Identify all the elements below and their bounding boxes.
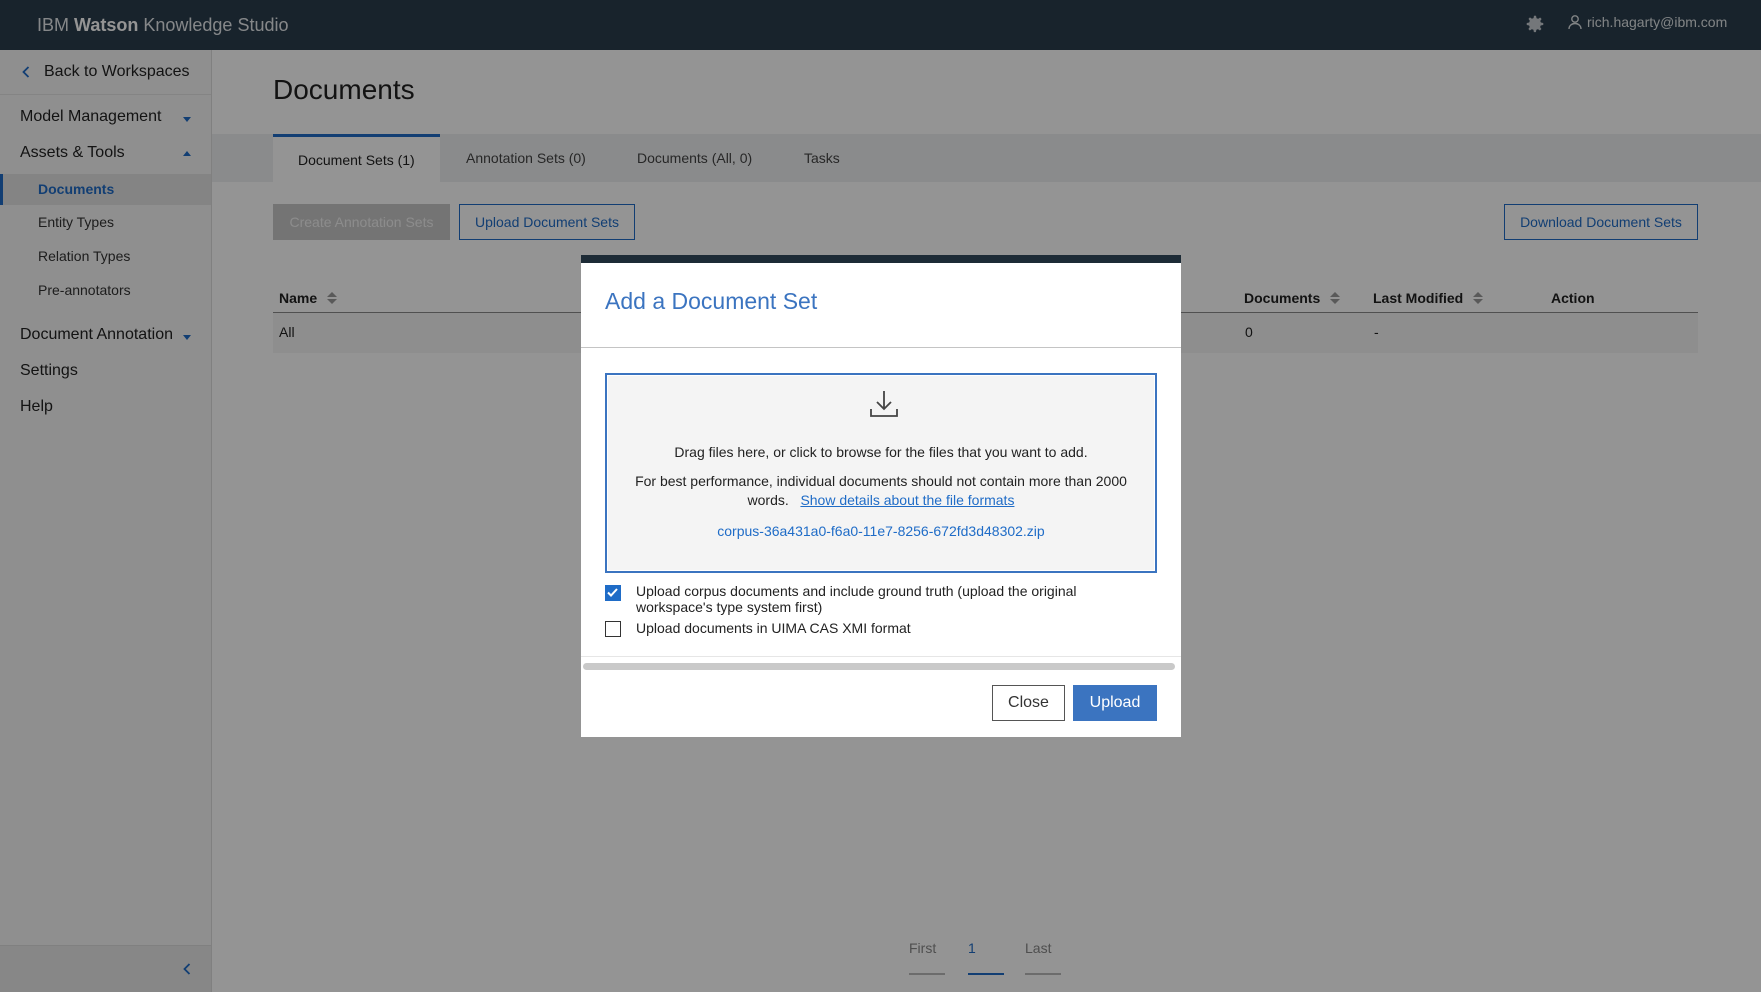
- ground-truth-checkbox[interactable]: [605, 585, 621, 601]
- download-icon: [870, 391, 898, 417]
- dialog-title: Add a Document Set: [605, 288, 818, 314]
- performance-note-cont: words. Show details about the file forma…: [607, 490, 1155, 510]
- checkmark-icon: [607, 588, 618, 597]
- ground-truth-label: Upload corpus documents and include grou…: [636, 583, 1077, 615]
- uima-cas-label: Upload documents in UIMA CAS XMI format: [636, 620, 911, 636]
- dialog-footer-divider: [581, 656, 1181, 657]
- close-button[interactable]: Close: [992, 685, 1065, 721]
- uima-cas-checkbox[interactable]: [605, 621, 621, 637]
- horizontal-scrollbar[interactable]: [583, 663, 1175, 670]
- file-dropzone[interactable]: Drag files here, or click to browse for …: [605, 373, 1157, 573]
- add-document-set-dialog: Add a Document Set Drag files here, or c…: [581, 255, 1181, 737]
- upload-button[interactable]: Upload: [1073, 685, 1157, 721]
- file-format-details-link[interactable]: Show details about the file formats: [800, 492, 1014, 508]
- selected-file-name: corpus-36a431a0-f6a0-11e7-8256-672fd3d48…: [717, 523, 1045, 539]
- drop-instructions: Drag files here, or click to browse for …: [674, 444, 1088, 460]
- performance-note-end: words.: [747, 492, 789, 508]
- performance-note: For best performance, individual documen…: [635, 473, 1127, 489]
- dialog-title-divider: [581, 347, 1181, 348]
